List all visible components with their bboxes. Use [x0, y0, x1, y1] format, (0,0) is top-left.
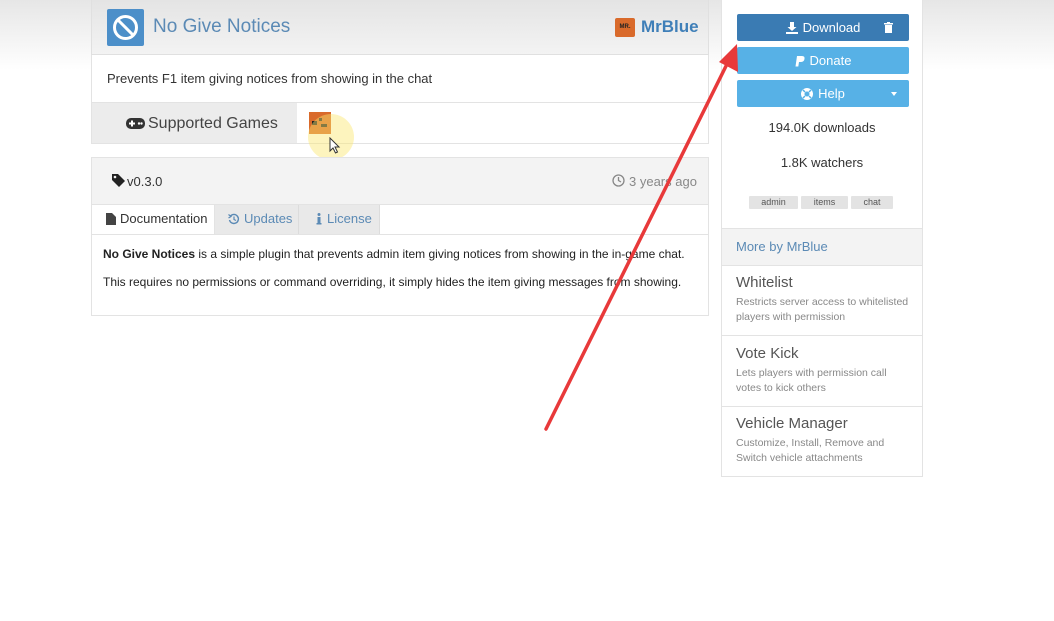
related-plugin-desc: Restricts server access to whitelisted p…	[736, 296, 909, 323]
plugin-description-row: Prevents F1 item giving notices from sho…	[91, 55, 709, 102]
tag-chat[interactable]: chat	[851, 196, 893, 209]
related-plugin-vote-kick[interactable]: Vote Kick Lets players with permission c…	[722, 336, 922, 407]
related-plugin-title: Vehicle Manager	[736, 415, 848, 432]
more-by-label: More by MrBlue	[736, 239, 828, 254]
paypal-icon	[795, 56, 805, 67]
tab-updates[interactable]: Updates	[215, 205, 299, 234]
supported-games-row: Supported Games	[91, 102, 709, 144]
version-label: v0.3.0	[127, 174, 163, 189]
more-by-author-header[interactable]: More by MrBlue	[722, 228, 922, 266]
help-button[interactable]: Help	[737, 80, 909, 107]
lifebuoy-icon	[801, 88, 814, 100]
tab-documentation-label: Documentation	[120, 211, 208, 226]
release-panel: v0.3.0 3 years ago Documentation Updates	[91, 157, 709, 316]
plugin-header: No Give Notices MR. MrBlue	[91, 0, 709, 55]
tag-admin[interactable]: admin	[749, 196, 798, 209]
doc-tabs: Documentation Updates License	[92, 205, 708, 235]
history-icon	[228, 213, 240, 225]
supported-games-text: Supported Games	[148, 115, 278, 132]
related-plugin-desc: Lets players with permission call votes …	[736, 367, 887, 394]
info-icon	[316, 213, 322, 225]
related-plugin-desc: Customize, Install, Remove and Switch ve…	[736, 437, 885, 464]
help-label: Help	[818, 86, 845, 101]
donate-button[interactable]: Donate	[737, 47, 909, 74]
related-plugin-whitelist[interactable]: Whitelist Restricts server access to whi…	[722, 265, 922, 336]
doc-paragraph-2: This requires no permissions or command …	[103, 275, 682, 289]
tab-updates-label: Updates	[244, 211, 293, 226]
version-bar: v0.3.0 3 years ago	[92, 158, 708, 205]
author-link[interactable]: MrBlue	[641, 17, 699, 37]
release-age: 3 years ago	[629, 174, 697, 189]
tag-items[interactable]: items	[801, 196, 848, 209]
trash-icon[interactable]	[884, 22, 893, 33]
tab-license[interactable]: License	[299, 205, 380, 234]
author-avatar[interactable]: MR.	[615, 18, 635, 37]
related-plugin-title: Whitelist	[736, 274, 793, 291]
gamepad-icon	[126, 118, 145, 129]
donate-label: Donate	[809, 53, 852, 68]
doc-paragraph-1-text: is a simple plugin that prevents admin i…	[195, 247, 685, 261]
clock-icon	[612, 174, 625, 187]
caret-down-icon[interactable]	[891, 92, 897, 96]
doc-plugin-name: No Give Notices	[103, 247, 196, 261]
plugin-title: No Give Notices	[153, 16, 291, 37]
tab-documentation[interactable]: Documentation	[92, 205, 215, 234]
sidebar: Download Donate Help 194.0K downloads 1.…	[721, 0, 923, 477]
related-plugin-vehicle-manager[interactable]: Vehicle Manager Customize, Install, Remo…	[722, 406, 922, 477]
doc-paragraph-1: No Give Notices is a simple plugin that …	[103, 247, 685, 261]
watchers-count: 1.8K watchers	[780, 155, 864, 170]
download-label: Download	[802, 20, 861, 35]
mouse-cursor-icon	[329, 137, 341, 154]
ban-icon	[107, 9, 144, 46]
download-icon	[785, 22, 798, 34]
supported-games-label: Supported Games	[92, 103, 297, 143]
tab-license-label: License	[327, 211, 372, 226]
tag-icon	[112, 174, 125, 187]
file-icon	[106, 213, 116, 225]
plugin-description: Prevents F1 item giving notices from sho…	[107, 71, 433, 86]
related-plugin-title: Vote Kick	[736, 345, 799, 362]
downloads-count: 194.0K downloads	[768, 120, 876, 135]
download-button[interactable]: Download	[737, 14, 909, 41]
